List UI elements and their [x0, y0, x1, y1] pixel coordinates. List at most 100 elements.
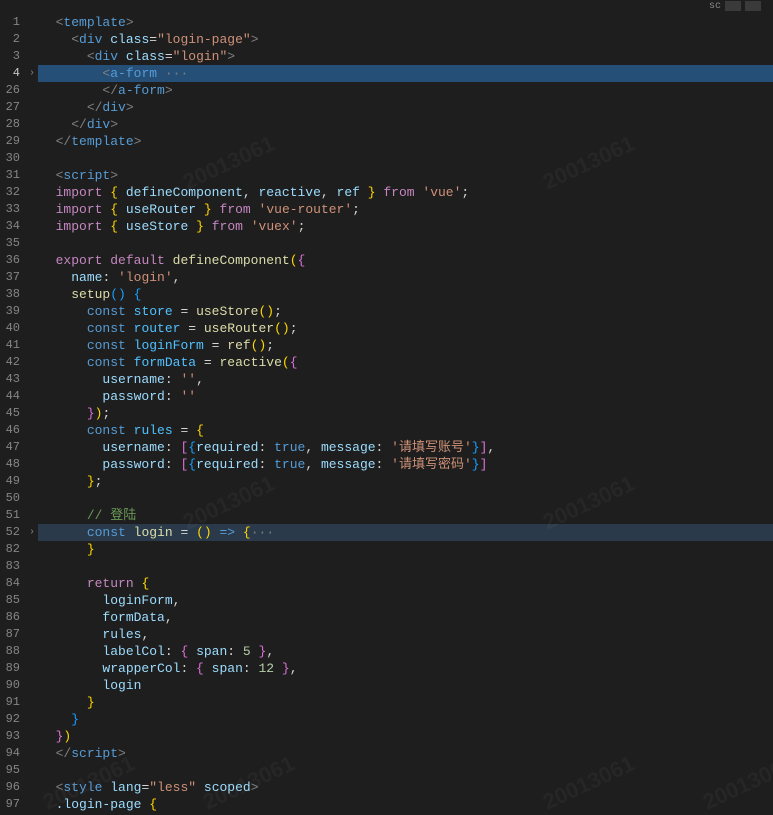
line-number[interactable]: 42: [0, 354, 26, 371]
line-number[interactable]: 90: [0, 677, 26, 694]
line-number[interactable]: 36: [0, 252, 26, 269]
code-line[interactable]: });: [38, 405, 773, 422]
code-line[interactable]: username: '',: [38, 371, 773, 388]
line-number[interactable]: 30: [0, 150, 26, 167]
line-number[interactable]: 3: [0, 48, 26, 65]
line-number[interactable]: 2: [0, 31, 26, 48]
code-line[interactable]: }): [38, 728, 773, 745]
code-line[interactable]: </div>: [38, 116, 773, 133]
line-number[interactable]: 34: [0, 218, 26, 235]
line-number[interactable]: 45: [0, 405, 26, 422]
code-line[interactable]: <div class="login-page">: [38, 31, 773, 48]
code-line[interactable]: rules,: [38, 626, 773, 643]
line-number[interactable]: 31: [0, 167, 26, 184]
line-number[interactable]: 29: [0, 133, 26, 150]
code-line[interactable]: const router = useRouter();: [38, 320, 773, 337]
line-number[interactable]: 91: [0, 694, 26, 711]
line-number[interactable]: 89: [0, 660, 26, 677]
code-line[interactable]: setup() {: [38, 286, 773, 303]
fold-toggle[interactable]: ›: [26, 65, 38, 82]
code-line[interactable]: </div>: [38, 99, 773, 116]
code-content[interactable]: <template> <div class="login-page"> <div…: [38, 0, 773, 800]
line-number[interactable]: 32: [0, 184, 26, 201]
line-number[interactable]: 37: [0, 269, 26, 286]
line-number[interactable]: 82: [0, 541, 26, 558]
code-line[interactable]: password: [{required: true, message: '请填…: [38, 456, 773, 473]
code-line[interactable]: <div class="login">: [38, 48, 773, 65]
code-line[interactable]: <style lang="less" scoped>: [38, 779, 773, 796]
line-number-gutter[interactable]: 1234262728293031323334353637383940414243…: [0, 0, 26, 800]
code-line[interactable]: [38, 558, 773, 575]
code-editor[interactable]: 1234262728293031323334353637383940414243…: [0, 0, 773, 800]
line-number[interactable]: 28: [0, 116, 26, 133]
line-number[interactable]: 38: [0, 286, 26, 303]
code-line[interactable]: login: [38, 677, 773, 694]
code-line[interactable]: import { useStore } from 'vuex';: [38, 218, 773, 235]
code-line[interactable]: }: [38, 711, 773, 728]
code-line[interactable]: import { useRouter } from 'vue-router';: [38, 201, 773, 218]
line-number[interactable]: 83: [0, 558, 26, 575]
line-number[interactable]: 95: [0, 762, 26, 779]
code-line[interactable]: const formData = reactive({: [38, 354, 773, 371]
line-number[interactable]: 88: [0, 643, 26, 660]
code-line[interactable]: loginForm,: [38, 592, 773, 609]
line-number[interactable]: 44: [0, 388, 26, 405]
code-line[interactable]: [38, 490, 773, 507]
code-line[interactable]: </template>: [38, 133, 773, 150]
code-line[interactable]: export default defineComponent({: [38, 252, 773, 269]
code-line[interactable]: }: [38, 694, 773, 711]
code-line[interactable]: }: [38, 541, 773, 558]
code-line[interactable]: [38, 235, 773, 252]
fold-column[interactable]: ››: [26, 0, 38, 800]
code-line[interactable]: wrapperCol: { span: 12 },: [38, 660, 773, 677]
line-number[interactable]: 52: [0, 524, 26, 541]
code-line[interactable]: return {: [38, 575, 773, 592]
code-line[interactable]: formData,: [38, 609, 773, 626]
line-number[interactable]: 84: [0, 575, 26, 592]
line-number[interactable]: 92: [0, 711, 26, 728]
code-line[interactable]: const loginForm = ref();: [38, 337, 773, 354]
code-line[interactable]: .login-page {: [38, 796, 773, 813]
code-line[interactable]: </a-form>: [38, 82, 773, 99]
code-line[interactable]: <template>: [38, 14, 773, 31]
code-line[interactable]: import { defineComponent, reactive, ref …: [38, 184, 773, 201]
code-line[interactable]: name: 'login',: [38, 269, 773, 286]
line-number[interactable]: 85: [0, 592, 26, 609]
line-number[interactable]: 87: [0, 626, 26, 643]
fold-toggle[interactable]: ›: [26, 524, 38, 541]
line-number[interactable]: 35: [0, 235, 26, 252]
line-number[interactable]: 50: [0, 490, 26, 507]
line-number[interactable]: 1: [0, 14, 26, 31]
code-line[interactable]: [38, 762, 773, 779]
line-number[interactable]: 41: [0, 337, 26, 354]
code-line[interactable]: <script>: [38, 167, 773, 184]
line-number[interactable]: 47: [0, 439, 26, 456]
line-number[interactable]: 27: [0, 99, 26, 116]
code-line[interactable]: password: '': [38, 388, 773, 405]
code-line[interactable]: username: [{required: true, message: '请填…: [38, 439, 773, 456]
code-line[interactable]: labelCol: { span: 5 },: [38, 643, 773, 660]
code-line[interactable]: };: [38, 473, 773, 490]
line-number[interactable]: 93: [0, 728, 26, 745]
code-line[interactable]: [38, 150, 773, 167]
code-line[interactable]: </script>: [38, 745, 773, 762]
line-number[interactable]: 46: [0, 422, 26, 439]
code-line[interactable]: const rules = {: [38, 422, 773, 439]
line-number[interactable]: 39: [0, 303, 26, 320]
line-number[interactable]: 49: [0, 473, 26, 490]
line-number[interactable]: 94: [0, 745, 26, 762]
line-number[interactable]: 4: [0, 65, 26, 82]
line-number[interactable]: 86: [0, 609, 26, 626]
line-number[interactable]: 97: [0, 796, 26, 813]
line-number[interactable]: 43: [0, 371, 26, 388]
line-number[interactable]: 40: [0, 320, 26, 337]
line-number[interactable]: 96: [0, 779, 26, 796]
code-line[interactable]: const store = useStore();: [38, 303, 773, 320]
code-line[interactable]: // 登陆: [38, 507, 773, 524]
line-number[interactable]: 48: [0, 456, 26, 473]
line-number[interactable]: 26: [0, 82, 26, 99]
line-number[interactable]: 51: [0, 507, 26, 524]
code-line[interactable]: const login = () => {···: [38, 524, 773, 541]
line-number[interactable]: 33: [0, 201, 26, 218]
code-line[interactable]: <a-form ···: [38, 65, 773, 82]
